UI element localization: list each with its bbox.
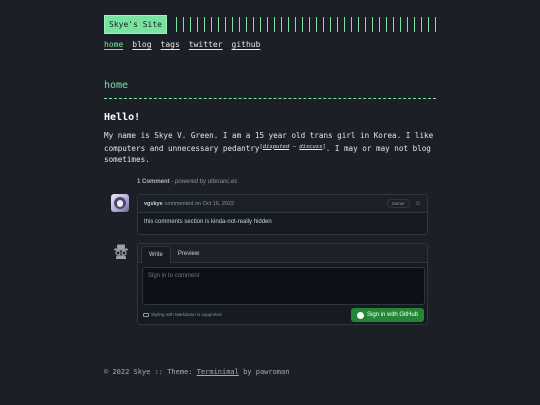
comment-input[interactable]: Sign in to comment	[142, 267, 425, 305]
footnote: [disputed – discuss]	[259, 143, 326, 150]
avatar-face	[117, 200, 123, 207]
owner-badge: Owner	[386, 199, 410, 208]
tab-write[interactable]: Write	[141, 246, 171, 263]
signin-github-button[interactable]: Sign in with GitHub	[351, 308, 424, 322]
page-title: home	[104, 80, 129, 91]
nav-item-github[interactable]: github	[232, 40, 261, 49]
comment-header: vgskye commented on Oct 16, 2022 Owner ☺	[138, 195, 427, 213]
github-icon	[356, 311, 364, 319]
powered-by[interactable]: - powered by utteranc.es	[170, 179, 237, 185]
nav-item-home[interactable]: home	[104, 40, 123, 49]
comment-count: 1 Comment - powered by utteranc.es	[137, 179, 237, 185]
post-title: Hello!	[104, 112, 141, 123]
site-header: Skye's Site	[104, 15, 436, 34]
site-logo[interactable]: Skye's Site	[104, 15, 167, 34]
anonymous-user-icon	[114, 244, 128, 259]
comment-meta[interactable]: commented on Oct 16, 2022	[165, 201, 234, 207]
comment-author[interactable]: vgskye	[144, 201, 163, 207]
comment: vgskye commented on Oct 16, 2022 Owner ☺…	[137, 194, 428, 235]
signin-label: Sign in with GitHub	[366, 312, 419, 318]
avatar[interactable]	[111, 194, 129, 212]
logo-decoration	[175, 17, 436, 32]
comment-count-label: 1 Comment	[137, 179, 170, 185]
smiley-icon[interactable]: ☺	[415, 201, 421, 207]
discuss-link[interactable]: discuss	[299, 144, 322, 150]
footer-suffix: by pawroman	[238, 368, 290, 376]
markdown-note-label: Styling with Markdown is supported	[151, 312, 222, 317]
editor-tabs: Write Preview	[138, 244, 427, 263]
main-nav: home blog tags twitter github	[104, 40, 260, 49]
disputed-link[interactable]: disputed	[263, 144, 290, 150]
nav-item-twitter[interactable]: twitter	[189, 40, 223, 49]
comment-body: this comments section is kinda-not-reall…	[144, 219, 272, 225]
nav-item-tags[interactable]: tags	[161, 40, 180, 49]
markdown-icon	[143, 312, 149, 317]
title-divider	[104, 98, 436, 99]
footnote-separator: –	[289, 143, 300, 150]
comment-editor: Write Preview Sign in to comment Styling…	[137, 243, 428, 325]
post-body: My name is Skye V. Green. I am a 15 year…	[104, 130, 436, 166]
footer: © 2022 Skye :: Theme: Terminimal by pawr…	[104, 368, 289, 376]
footer-prefix: © 2022 Skye :: Theme:	[104, 368, 197, 376]
tab-preview[interactable]: Preview	[171, 246, 206, 262]
theme-link[interactable]: Terminimal	[197, 368, 239, 376]
markdown-note[interactable]: Styling with Markdown is supported	[143, 312, 222, 317]
nav-item-blog[interactable]: blog	[132, 40, 151, 49]
